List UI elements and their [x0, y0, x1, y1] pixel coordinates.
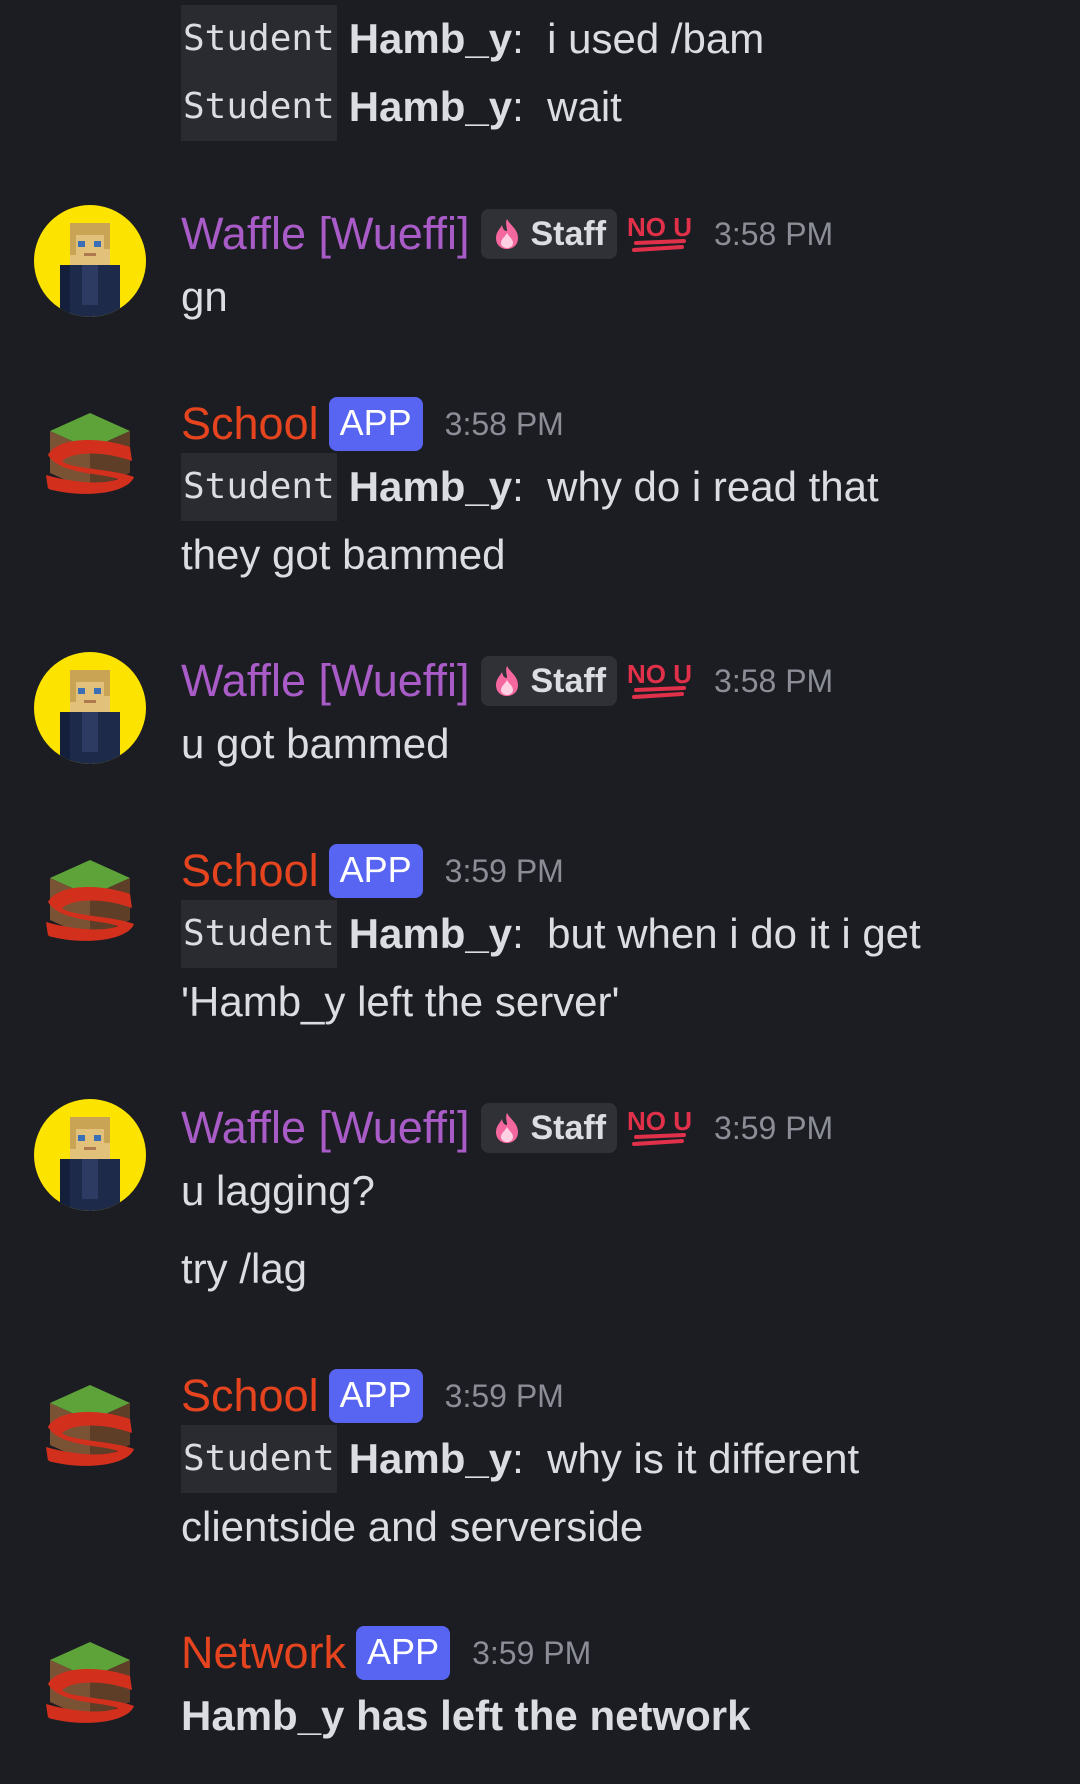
timestamp: 3:59 PM — [444, 1378, 564, 1414]
bot-avatar[interactable] — [34, 1624, 146, 1736]
username[interactable]: School — [181, 842, 319, 900]
message-header: School APP 3:59 PM — [181, 1367, 1040, 1425]
staff-badge[interactable]: Staff — [481, 656, 618, 706]
minecraft-skin-icon — [60, 223, 120, 317]
role-tag: Student — [181, 900, 337, 968]
bot-avatar[interactable] — [34, 395, 146, 507]
message-text: i used /bam — [547, 15, 765, 62]
message-text: wait — [547, 83, 622, 130]
message-header: School APP 3:58 PM — [181, 395, 1040, 453]
message-text: Student Hamb_y: but when i do it i get — [181, 900, 1040, 968]
no-u-icon: NO U — [627, 214, 692, 253]
grass-block-logo-icon — [46, 860, 134, 941]
message-text-continued: clientside and serverside — [181, 1503, 644, 1550]
role-tag: Student — [181, 1425, 337, 1493]
message-text: Student Hamb_y: why do i read that — [181, 453, 1040, 521]
message-text-continued: 'Hamb_y left the server' — [181, 978, 620, 1025]
timestamp: 3:58 PM — [714, 663, 834, 699]
message-text: Hamb_y has left the network — [181, 1692, 751, 1739]
message-text: try /lag — [181, 1245, 308, 1292]
role-tag: Student — [181, 453, 337, 521]
username[interactable]: Waffle [Wueffi] — [181, 205, 469, 263]
app-tag: APP — [328, 397, 423, 451]
timestamp: 3:59 PM — [444, 853, 564, 889]
user-avatar[interactable] — [34, 1099, 146, 1211]
grass-block-logo-icon — [46, 1642, 134, 1723]
player-name: Hamb_y — [348, 83, 513, 130]
bot-avatar[interactable] — [34, 1367, 146, 1479]
staff-badge[interactable]: Staff — [481, 209, 618, 259]
message-text: Student Hamb_y: why is it different — [181, 1425, 1040, 1493]
staff-badge-label: Staff — [530, 1108, 607, 1147]
username[interactable]: Waffle [Wueffi] — [181, 1099, 469, 1157]
player-name: Hamb_y — [348, 910, 513, 957]
message-header: Waffle [Wueffi] Staff NO U 3:58 PM — [181, 205, 1040, 263]
player-name: Hamb_y — [348, 463, 513, 510]
message-line: Student Hamb_y: i used /bam — [181, 5, 1040, 73]
message-header: Network APP 3:59 PM — [181, 1624, 1040, 1682]
username[interactable]: Waffle [Wueffi] — [181, 652, 469, 710]
message-text-continued: they got bammed — [181, 531, 506, 578]
staff-badge-label: Staff — [530, 661, 607, 700]
message-header: Waffle [Wueffi] Staff NO U 3:58 PM — [181, 652, 1040, 710]
role-tag: Student — [181, 73, 337, 141]
timestamp: 3:58 PM — [714, 216, 834, 252]
staff-badge[interactable]: Staff — [481, 1103, 618, 1153]
role-tag: Student — [181, 5, 337, 73]
pink-flame-icon — [496, 219, 519, 249]
no-u-icon: NO U — [627, 1108, 692, 1147]
minecraft-skin-icon — [60, 670, 120, 764]
player-name: Hamb_y — [348, 1435, 513, 1482]
bot-avatar[interactable] — [34, 842, 146, 954]
grass-block-logo-icon — [46, 1385, 134, 1466]
username[interactable]: School — [181, 395, 319, 453]
app-tag: APP — [328, 1369, 423, 1423]
user-avatar[interactable] — [34, 652, 146, 764]
pink-flame-icon — [496, 666, 519, 696]
grass-block-logo-icon — [46, 413, 134, 494]
message-header: School APP 3:59 PM — [181, 842, 1040, 900]
timestamp: 3:58 PM — [444, 406, 564, 442]
message-line: Student Hamb_y: wait — [181, 73, 1040, 141]
username[interactable]: School — [181, 1367, 319, 1425]
timestamp: 3:59 PM — [714, 1110, 834, 1146]
no-u-icon: NO U — [627, 661, 692, 700]
username[interactable]: Network — [181, 1624, 346, 1682]
pink-flame-icon — [496, 1113, 519, 1143]
message-header: Waffle [Wueffi] Staff NO U 3:59 PM — [181, 1099, 1040, 1157]
timestamp: 3:59 PM — [472, 1635, 592, 1671]
message-text: u got bammed — [181, 720, 450, 767]
player-name: Hamb_y — [348, 15, 513, 62]
message-text: gn — [181, 273, 228, 320]
user-avatar[interactable] — [34, 205, 146, 317]
chat-log: Student Hamb_y: i used /bam Student Hamb_y… — [0, 0, 1080, 1784]
staff-badge-label: Staff — [530, 214, 607, 253]
minecraft-skin-icon — [60, 1117, 120, 1211]
message-text: u lagging? — [181, 1167, 375, 1214]
app-tag: APP — [356, 1626, 451, 1680]
app-tag: APP — [328, 844, 423, 898]
